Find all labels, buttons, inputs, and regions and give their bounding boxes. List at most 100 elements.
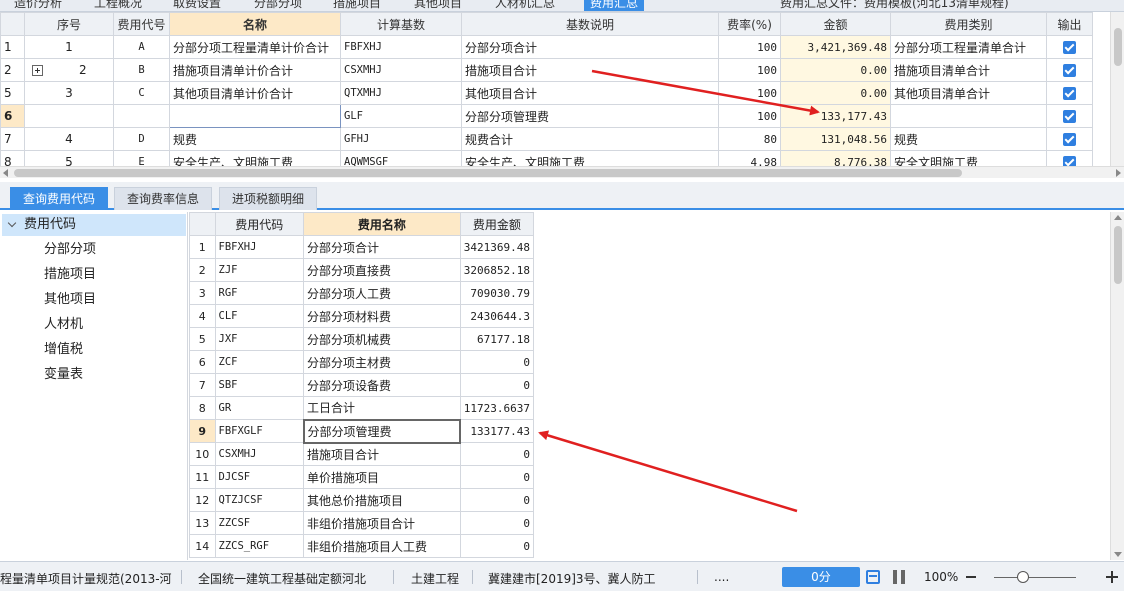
fee-code-row[interactable]: 9 FBFXGLF 分部分项管理费 133177.43 [189, 418, 534, 444]
row-number[interactable]: 3 [189, 281, 216, 305]
fee-name-cell[interactable]: 非组价措施项目人工费 [303, 534, 461, 558]
tree-item[interactable]: 分部分项 [44, 240, 96, 260]
fee-name-cell[interactable]: 单价措施项目 [303, 465, 461, 489]
rate-cell[interactable]: 100 [718, 58, 781, 82]
zoom-slider-track[interactable] [994, 577, 1076, 578]
rate-cell[interactable]: 100 [718, 35, 781, 59]
fee-name-cell[interactable]: 其他项目清单计价合计 [169, 81, 341, 105]
split-view-icon[interactable] [893, 570, 905, 584]
fee-name-cell[interactable]: 分部分项人工费 [303, 281, 461, 305]
output-cell[interactable] [1046, 58, 1093, 82]
row-number[interactable]: 1 [189, 235, 216, 259]
status-project-type[interactable]: 土建工程 [411, 570, 459, 587]
fee-code-column-header-2[interactable]: 费用金额 [459, 212, 534, 236]
fee-name-cell[interactable]: 分部分项材料费 [303, 304, 461, 328]
module-tab-1[interactable]: 工程概况 [94, 0, 142, 11]
fee-row[interactable]: 7 4 D 规费 GFHJ 规费合计 80 131,048.56 规费 [0, 127, 1093, 151]
fee-code-cell[interactable]: A [113, 35, 170, 59]
tree-item[interactable]: 增值税 [44, 340, 83, 360]
output-cell[interactable] [1046, 104, 1093, 128]
fee-code-cell[interactable]: CSXMHJ [214, 442, 305, 466]
lower-vertical-scrollbar[interactable] [1110, 212, 1124, 560]
fee-code-row[interactable]: 8 GR 工日合计 11723.6637 [189, 396, 534, 420]
calc-base-cell[interactable]: AQWMSGF [340, 150, 462, 166]
fee-name-cell[interactable] [169, 104, 341, 128]
fee-name-cell[interactable]: 安全生产、文明施工费 [169, 150, 341, 166]
fee-code-cell[interactable]: E [113, 150, 170, 166]
fee-code-row[interactable]: 7 SBF 分部分项设备费 0 [189, 373, 534, 397]
fee-category-cell[interactable] [890, 104, 1047, 128]
module-tab-5[interactable]: 其他项目 [414, 0, 462, 11]
base-desc-cell[interactable]: 措施项目合计 [461, 58, 719, 82]
fee-row[interactable]: 6 GLF 分部分项管理费 100 133,177.43 [0, 104, 1093, 128]
fee-code-cell[interactable]: JXF [214, 327, 305, 351]
seq-cell[interactable]: 1 [24, 35, 114, 59]
base-desc-cell[interactable]: 分部分项合计 [461, 35, 719, 59]
fee-name-cell[interactable]: 非组价措施项目合计 [303, 511, 461, 535]
rate-cell[interactable]: 80 [718, 127, 781, 151]
fee-code-row[interactable]: 4 CLF 分部分项材料费 2430644.3 [189, 304, 534, 328]
fee-code-row[interactable]: 3 RGF 分部分项人工费 709030.79 [189, 281, 534, 305]
scroll-right-icon[interactable] [1116, 169, 1121, 177]
fee-code-cell[interactable]: QTZJCSF [214, 488, 305, 512]
column-header-1[interactable]: 费用代号 [113, 12, 170, 36]
lower-tab-2[interactable]: 进项税额明细 [219, 187, 318, 210]
expand-plus-icon[interactable] [32, 65, 43, 76]
row-number[interactable]: 12 [189, 488, 216, 512]
fee-code-row[interactable]: 14 ZZCS_RGF 非组价措施项目人工费 0 [189, 534, 534, 558]
fee-name-cell[interactable]: 分部分项直接费 [303, 258, 461, 282]
module-tab-6[interactable]: 人材机汇总 [495, 0, 555, 11]
column-header-4[interactable]: 基数说明 [461, 12, 719, 36]
row-number[interactable]: 7 [189, 373, 216, 397]
output-cell[interactable] [1046, 35, 1093, 59]
output-checkbox[interactable] [1063, 64, 1076, 77]
output-cell[interactable] [1046, 150, 1093, 166]
fee-code-row[interactable]: 12 QTZJCSF 其他总价措施项目 0 [189, 488, 534, 512]
fee-code-cell[interactable]: DJCSF [214, 465, 305, 489]
row-number[interactable]: 13 [189, 511, 216, 535]
fee-name-cell[interactable]: 分部分项管理费 [302, 418, 462, 444]
tree-root-fee-code[interactable]: 费用代码 [2, 214, 186, 236]
fee-code-cell[interactable]: FBFXHJ [214, 235, 305, 259]
fee-code-cell[interactable]: C [113, 81, 170, 105]
fee-code-row[interactable]: 5 JXF 分部分项机械费 67177.18 [189, 327, 534, 351]
zoom-slider-handle[interactable] [1016, 571, 1029, 583]
fee-name-cell[interactable]: 工日合计 [303, 396, 461, 420]
fee-code-cell[interactable]: ZZCS_RGF [214, 534, 305, 558]
base-desc-cell[interactable]: 其他项目合计 [461, 81, 719, 105]
fee-code-row[interactable]: 13 ZZCSF 非组价措施项目合计 0 [189, 511, 534, 535]
tree-item[interactable]: 变量表 [44, 365, 83, 385]
fee-code-cell[interactable] [113, 104, 170, 128]
fee-code-cell[interactable]: D [113, 127, 170, 151]
row-number[interactable]: 10 [189, 442, 216, 466]
fee-name-cell[interactable]: 分部分项设备费 [303, 373, 461, 397]
row-number[interactable]: 8 [189, 396, 216, 420]
fee-name-cell[interactable]: 分部分项机械费 [303, 327, 461, 351]
module-tab-2[interactable]: 取费设置 [173, 0, 221, 11]
fee-category-cell[interactable]: 措施项目清单合计 [890, 58, 1047, 82]
output-checkbox[interactable] [1063, 110, 1076, 123]
seq-cell[interactable] [24, 104, 114, 128]
fee-code-row[interactable]: 11 DJCSF 单价措施项目 0 [189, 465, 534, 489]
lower-tab-0[interactable]: 查询费用代码 [10, 187, 109, 210]
column-header-0[interactable]: 序号 [24, 12, 114, 36]
fee-row[interactable]: 8 5 E 安全生产、文明施工费 AQWMSGF 安全生产、文明施工费 4.98 8,776.… [0, 150, 1093, 166]
row-number[interactable]: 14 [189, 534, 216, 558]
fee-category-cell[interactable]: 规费 [890, 127, 1047, 151]
row-number[interactable]: 4 [189, 304, 216, 328]
fee-row[interactable]: 5 3 C 其他项目清单计价合计 QTXMHJ 其他项目合计 100 0.00 其他项目清单合计 [0, 81, 1093, 105]
fee-code-column-header-0[interactable]: 费用代码 [214, 212, 305, 236]
tree-item[interactable]: 其他项目 [44, 290, 96, 310]
row-number[interactable]: 1 [0, 35, 25, 59]
calc-base-cell[interactable]: GLF [340, 104, 462, 128]
row-number[interactable]: 2 [189, 258, 216, 282]
rate-cell[interactable]: 100 [718, 104, 781, 128]
scroll-thumb[interactable] [1114, 226, 1122, 284]
fee-category-cell[interactable]: 其他项目清单合计 [890, 81, 1047, 105]
fee-code-column-header-1[interactable]: 费用名称 [303, 212, 461, 236]
fee-name-cell[interactable]: 措施项目合计 [303, 442, 461, 466]
chevron-down-icon[interactable] [7, 218, 17, 228]
output-checkbox[interactable] [1063, 87, 1076, 100]
fee-code-row[interactable]: 10 CSXMHJ 措施项目合计 0 [189, 442, 534, 466]
fee-code-cell[interactable]: FBFXGLF [214, 419, 305, 443]
